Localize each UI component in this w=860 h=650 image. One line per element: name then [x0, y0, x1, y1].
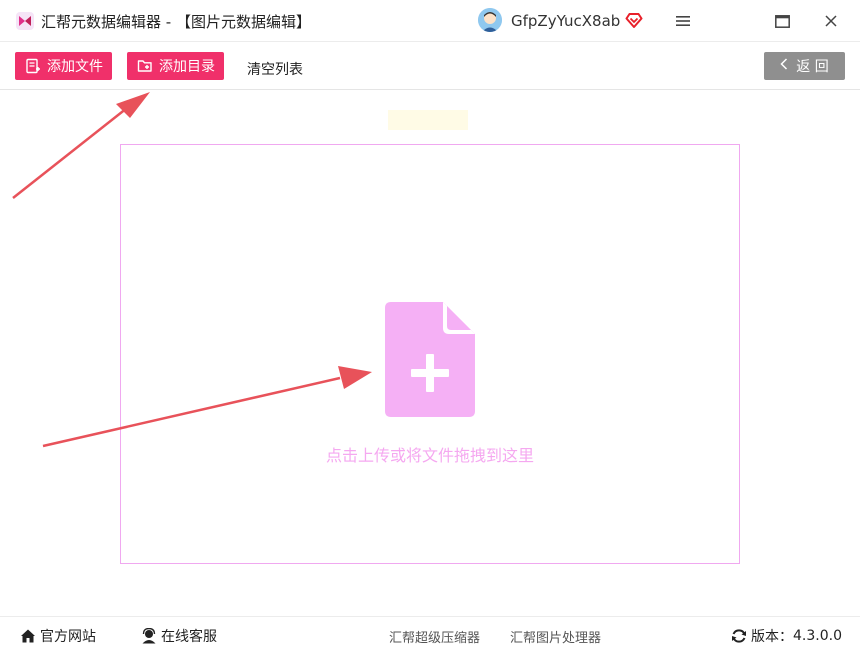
- back-button[interactable]: 返 回: [764, 52, 845, 80]
- avatar[interactable]: [478, 8, 502, 32]
- vip-heart-icon[interactable]: [624, 10, 644, 30]
- support-agent-icon: [141, 627, 157, 644]
- faint-highlight: [388, 110, 468, 130]
- refresh-icon: [731, 628, 747, 644]
- menu-icon[interactable]: [668, 6, 698, 36]
- version-info[interactable]: 版本： 4.3.0.0: [731, 626, 842, 646]
- compressor-link[interactable]: 汇帮超级压缩器: [389, 627, 480, 646]
- back-label: 返 回: [796, 59, 829, 75]
- official-website-link[interactable]: 官方网站: [20, 626, 96, 646]
- clear-list-button[interactable]: 清空列表: [247, 59, 303, 79]
- chevron-left-icon: [780, 58, 788, 74]
- add-directory-label: 添加目录: [159, 59, 215, 75]
- website-label: 官方网站: [40, 629, 96, 645]
- maximize-icon[interactable]: [767, 6, 797, 36]
- window-title: 汇帮元数据编辑器 - 【图片元数据编辑】: [41, 13, 311, 31]
- image-processor-link[interactable]: 汇帮图片处理器: [510, 627, 601, 646]
- add-file-icon: [25, 58, 41, 74]
- add-directory-button[interactable]: 添加目录: [127, 52, 224, 80]
- close-icon[interactable]: [816, 6, 846, 36]
- version-value: 4.3.0.0: [793, 628, 842, 644]
- status-bar: 官方网站 在线客服 汇帮超级压缩器 汇帮图片处理器 版本： 4.3.0.0: [0, 616, 860, 650]
- add-folder-icon: [137, 58, 153, 74]
- drop-hint-text: 点击上传或将文件拖拽到这里: [325, 446, 534, 465]
- home-icon: [20, 628, 36, 644]
- version-label: 版本：: [751, 629, 793, 645]
- support-label: 在线客服: [161, 629, 217, 645]
- file-add-icon: [385, 302, 475, 417]
- add-file-label: 添加文件: [47, 59, 103, 75]
- toolbar: 添加文件 添加目录 清空列表 返 回: [0, 42, 860, 90]
- add-file-button[interactable]: 添加文件: [15, 52, 112, 80]
- file-drop-zone[interactable]: 点击上传或将文件拖拽到这里: [120, 144, 740, 564]
- username[interactable]: GfpZyYucX8ab: [511, 12, 620, 30]
- app-logo: [16, 12, 34, 30]
- online-support-link[interactable]: 在线客服: [141, 626, 217, 646]
- title-bar: 汇帮元数据编辑器 - 【图片元数据编辑】 GfpZyYucX8ab: [0, 0, 860, 42]
